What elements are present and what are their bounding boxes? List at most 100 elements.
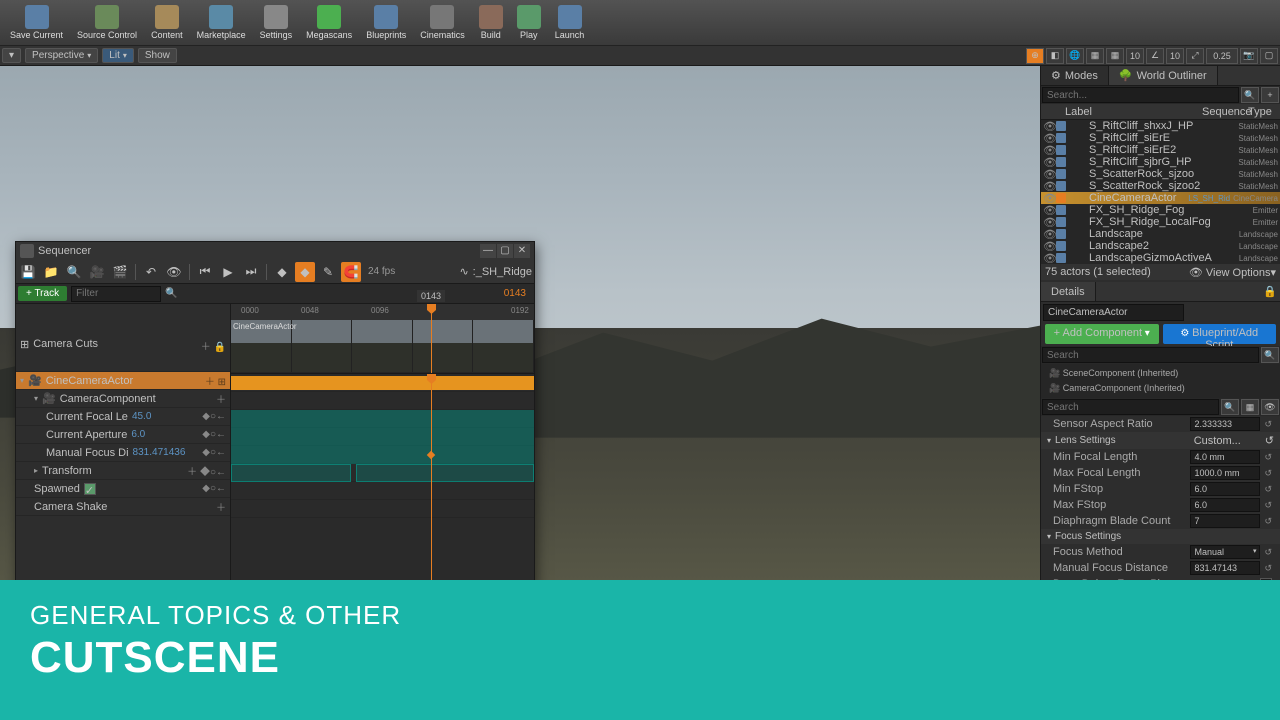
outliner-item[interactable]: 👁Landscape2Landscape bbox=[1041, 240, 1280, 252]
camera-shake-track[interactable]: Camera Shake ＋ bbox=[16, 498, 230, 516]
close-icon[interactable]: ✕ bbox=[514, 244, 530, 258]
source-control-button[interactable]: Source Control bbox=[71, 2, 143, 44]
outliner-search[interactable] bbox=[1042, 87, 1239, 103]
property-search[interactable] bbox=[1042, 399, 1219, 415]
view-options[interactable]: 👁 View Options▾ bbox=[1189, 266, 1276, 279]
current-frame[interactable]: 0143 bbox=[504, 288, 532, 299]
property-row[interactable]: Focus MethodManual ↺ bbox=[1041, 544, 1280, 560]
outliner-item[interactable]: 👁LandscapeLandscape bbox=[1041, 228, 1280, 240]
property-row[interactable]: Diaphragm Blade Count7 ↺ bbox=[1041, 513, 1280, 529]
property-row[interactable]: Sensor Aspect Ratio2.333333 ↺ bbox=[1041, 416, 1280, 432]
search-icon[interactable]: 🔍 bbox=[165, 288, 177, 299]
sequence-name[interactable]: :_SH_Ridge bbox=[473, 266, 532, 278]
angle-icon[interactable]: ∠ bbox=[1146, 48, 1164, 64]
grid-icon[interactable]: ▦ bbox=[1106, 48, 1124, 64]
undo-icon[interactable]: ↶ bbox=[141, 262, 161, 282]
outliner-item[interactable]: 👁S_RiftCliff_shxxJ_HPStaticMesh bbox=[1041, 120, 1280, 132]
surface-icon[interactable]: ▦ bbox=[1086, 48, 1104, 64]
transform-track[interactable]: ▸Transform ＋ ◆○← bbox=[16, 462, 230, 480]
outliner-item[interactable]: 👁S_ScatterRock_sjzoo2StaticMesh bbox=[1041, 180, 1280, 192]
fps-label[interactable]: 24 fps bbox=[364, 266, 399, 277]
minimize-icon[interactable]: — bbox=[480, 244, 496, 258]
outliner-item[interactable]: 👁LandscapeGizmoActiveALandscape bbox=[1041, 252, 1280, 264]
component-search[interactable] bbox=[1042, 347, 1259, 363]
cam-icon[interactable]: 📷 bbox=[1240, 48, 1258, 64]
marketplace-button[interactable]: Marketplace bbox=[191, 2, 252, 44]
launch-button[interactable]: Launch bbox=[549, 2, 591, 44]
search-icon[interactable]: 🔍 bbox=[1261, 347, 1279, 363]
camera-icon[interactable]: 🎥 bbox=[87, 262, 107, 282]
lock-icon[interactable]: 🔒 bbox=[1260, 282, 1280, 301]
property-category[interactable]: Lens SettingsCustom... ↺ bbox=[1041, 432, 1280, 449]
add-track-button[interactable]: + Track bbox=[18, 286, 67, 301]
maximize-icon[interactable]: ▢ bbox=[1260, 48, 1278, 64]
autokey-icon[interactable]: ◆ bbox=[295, 262, 315, 282]
maximize-icon[interactable]: ▢ bbox=[497, 244, 513, 258]
scale-icon[interactable]: ⤢ bbox=[1186, 48, 1204, 64]
spawned-track[interactable]: Spawned ✓ ◆○← bbox=[16, 480, 230, 498]
snap-icon[interactable]: 🧲 bbox=[341, 262, 361, 282]
play-start-icon[interactable]: ⏮ bbox=[195, 262, 215, 282]
build-button[interactable]: Build bbox=[473, 2, 509, 44]
component-item[interactable]: 🎥 CameraComponent (Inherited) bbox=[1041, 381, 1280, 396]
snap-icon[interactable]: ◧ bbox=[1046, 48, 1064, 64]
outliner-item[interactable]: 👁S_ScatterRock_sjzooStaticMesh bbox=[1041, 168, 1280, 180]
outliner-item[interactable]: 👁S_RiftCliff_siErEStaticMesh bbox=[1041, 132, 1280, 144]
megascans-button[interactable]: Megascans bbox=[300, 2, 358, 44]
browse-icon[interactable]: 📁 bbox=[41, 262, 61, 282]
camera-cuts-track[interactable]: ⊞Camera Cuts ＋ 🔒 bbox=[16, 320, 230, 372]
cine-camera-track[interactable]: ▾🎥CineCameraActor ＋ ⊞ bbox=[16, 372, 230, 390]
perspective-button[interactable]: Perspective bbox=[25, 48, 98, 63]
play-icon[interactable]: ▶ bbox=[218, 262, 238, 282]
modes-tab[interactable]: ⚙Modes bbox=[1041, 66, 1109, 85]
viewport-menu[interactable]: ▾ bbox=[2, 48, 21, 63]
search-icon[interactable]: 🔍 bbox=[64, 262, 84, 282]
view-icon[interactable]: 👁 bbox=[164, 262, 184, 282]
property-row[interactable]: Max Focal Length1000.0 mm ↺ bbox=[1041, 465, 1280, 481]
outliner-item[interactable]: 👁S_RiftCliff_sjbrG_HPStaticMesh bbox=[1041, 156, 1280, 168]
sequencer-titlebar[interactable]: Sequencer — ▢ ✕ bbox=[16, 242, 534, 260]
aperture-track[interactable]: Current Aperture6.0 ◆○← bbox=[16, 426, 230, 444]
outliner-item[interactable]: 👁CineCameraActorLS_SH_RidCineCamera bbox=[1041, 192, 1280, 204]
grid-size[interactable]: 10 bbox=[1126, 48, 1144, 64]
playhead[interactable]: 0143 bbox=[431, 304, 432, 373]
component-item[interactable]: 🎥 SceneComponent (Inherited) bbox=[1041, 366, 1280, 381]
save-icon[interactable]: 💾 bbox=[18, 262, 38, 282]
camera-component-track[interactable]: ▾🎥CameraComponent ＋ bbox=[16, 390, 230, 408]
save-current-button[interactable]: Save Current bbox=[4, 2, 69, 44]
spawned-checkbox[interactable]: ✓ bbox=[84, 483, 96, 495]
curve-icon[interactable]: ∿ bbox=[459, 265, 468, 278]
matrix-icon[interactable]: ▦ bbox=[1241, 399, 1259, 415]
property-row[interactable]: Min FStop6.0 ↺ bbox=[1041, 481, 1280, 497]
property-row[interactable]: Min Focal Length4.0 mm ↺ bbox=[1041, 449, 1280, 465]
coord-icon[interactable]: 🌐 bbox=[1066, 48, 1084, 64]
property-row[interactable]: Max FStop6.0 ↺ bbox=[1041, 497, 1280, 513]
property-row[interactable]: Manual Focus Distance831.47143 ↺ bbox=[1041, 560, 1280, 576]
actor-name-input[interactable] bbox=[1043, 304, 1184, 321]
world-outliner-tab[interactable]: 🌳World Outliner bbox=[1109, 66, 1218, 85]
focal-length-track[interactable]: Current Focal Le45.0 ◆○← bbox=[16, 408, 230, 426]
outliner-item[interactable]: 👁FX_SH_Ridge_FogEmitter bbox=[1041, 204, 1280, 216]
clapboard-icon[interactable]: 🎬 bbox=[110, 262, 130, 282]
blueprint-button[interactable]: ⚙ Blueprint/Add Script bbox=[1163, 324, 1277, 344]
search-icon[interactable]: 🔍 bbox=[1241, 87, 1259, 103]
add-component-button[interactable]: + Add Component ▾ bbox=[1045, 324, 1159, 344]
angle-size[interactable]: 10 bbox=[1166, 48, 1184, 64]
settings-button[interactable]: Settings bbox=[254, 2, 299, 44]
property-category[interactable]: Focus Settings bbox=[1041, 529, 1280, 544]
key-icon[interactable]: ◆ bbox=[272, 262, 292, 282]
blueprints-button[interactable]: Blueprints bbox=[360, 2, 412, 44]
lit-button[interactable]: Lit bbox=[102, 48, 134, 63]
play-button[interactable]: Play bbox=[511, 2, 547, 44]
outliner-item[interactable]: 👁S_RiftCliff_siErE2StaticMesh bbox=[1041, 144, 1280, 156]
transform-icon[interactable]: ⊕ bbox=[1026, 48, 1044, 64]
edit-icon[interactable]: ✎ bbox=[318, 262, 338, 282]
details-tab[interactable]: Details bbox=[1041, 282, 1096, 301]
add-icon[interactable]: + bbox=[1261, 87, 1279, 103]
cam-speed[interactable]: 0.25 bbox=[1206, 48, 1238, 64]
play-end-icon[interactable]: ⏭ bbox=[241, 262, 261, 282]
focus-distance-track[interactable]: Manual Focus Di831.471436 ◆○← bbox=[16, 444, 230, 462]
show-button[interactable]: Show bbox=[138, 48, 177, 63]
content-button[interactable]: Content bbox=[145, 2, 189, 44]
outliner-item[interactable]: 👁FX_SH_Ridge_LocalFogEmitter bbox=[1041, 216, 1280, 228]
